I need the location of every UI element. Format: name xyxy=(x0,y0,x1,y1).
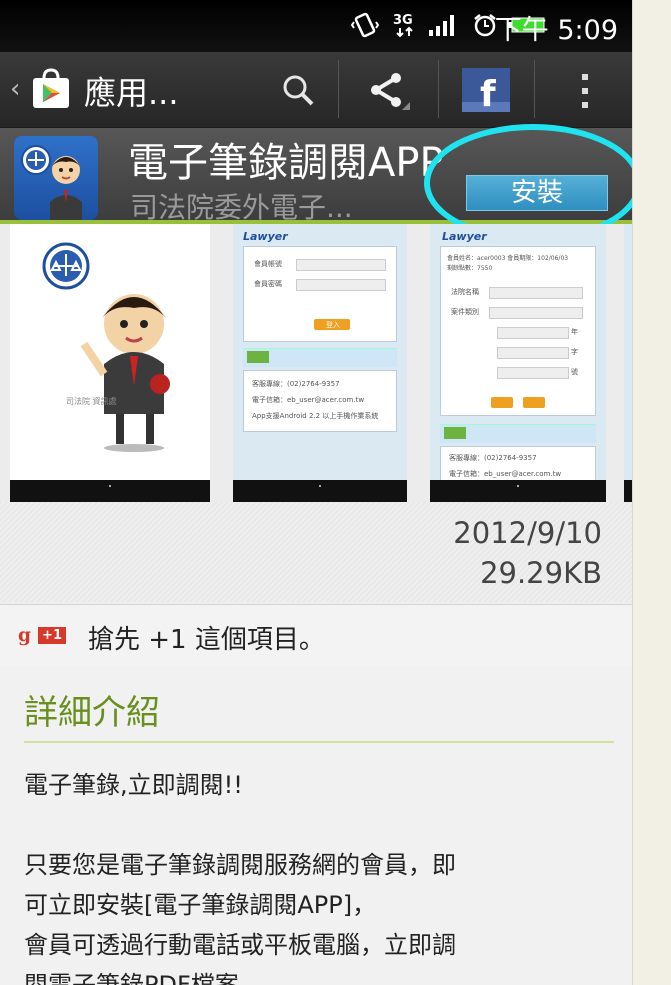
install-button[interactable]: 安裝 xyxy=(466,175,608,211)
action-bar-title: 應用... xyxy=(84,74,179,112)
mock-tag xyxy=(444,427,466,439)
mock-select xyxy=(489,307,583,319)
back-chevron-icon[interactable]: ‹ xyxy=(10,74,20,104)
query-form-mock: 會員姓名：acer0003 會員期限：102/06/03 剩餘點數：7550 法… xyxy=(440,246,596,416)
mock-text: 客服專線：(02)2764-9357 xyxy=(449,454,537,462)
mock-field xyxy=(497,367,569,379)
app-icon xyxy=(14,136,98,220)
app-meta: 2012/9/10 29.29KB xyxy=(0,502,632,602)
gplus-icon[interactable]: g +1 xyxy=(18,623,66,647)
mock-label: 字 xyxy=(571,348,578,356)
mock-select xyxy=(489,287,583,299)
info-box-mock: 客服專線：(02)2764-9357 電子信箱：eb_user@acer.com… xyxy=(243,370,397,432)
login-form-mock: 會員帳號 會員密碼 登入 xyxy=(243,246,397,342)
lawyer-logo: Lawyer xyxy=(243,230,288,243)
status-time: 下午 5:09 xyxy=(494,15,618,46)
mock-label: 號 xyxy=(571,368,578,376)
search-icon xyxy=(278,70,318,114)
search-button[interactable] xyxy=(266,64,330,116)
share-button[interactable] xyxy=(348,64,430,116)
status-bar: 3G 下午 5:09 xyxy=(0,0,632,52)
app-header: 電子筆錄調閱APP 司法院委外電子... 安裝 xyxy=(0,128,632,224)
details-title: 詳細介紹 xyxy=(24,693,160,733)
mock-text: 電子信箱：eb_user@acer.com.tw xyxy=(449,470,562,478)
phone-screen: 3G 下午 5:09 ‹ 應用... f 電子筆錄調閱APP 司法院委外電子..… xyxy=(0,0,632,985)
screenshot-gallery[interactable]: 司法院 資訊處 Lawyer 會員帳號 會員密碼 登入 客服專線：(02)276… xyxy=(0,224,632,502)
action-bar: ‹ 應用... f xyxy=(0,52,632,128)
mock-label: 會員帳號 xyxy=(254,260,282,268)
3g-icon: 3G xyxy=(390,12,420,38)
screenshot-1[interactable]: 司法院 資訊處 xyxy=(10,224,210,502)
description-line: 只要您是電子筆錄調閱服務網的會員，即 xyxy=(24,851,456,879)
mock-label: 登入 xyxy=(326,321,340,329)
mock-text: 會員姓名：acer0003 會員期限：102/06/03 xyxy=(447,255,569,262)
screenshot-navbar xyxy=(233,480,407,502)
action-divider xyxy=(438,60,439,118)
share-icon xyxy=(366,68,412,118)
mock-text: 客服專線：(02)2764-9357 xyxy=(252,380,340,388)
screenshot-navbar xyxy=(624,480,632,502)
app-developer[interactable]: 司法院委外電子... xyxy=(130,186,353,226)
update-date: 2012/9/10 xyxy=(453,516,602,550)
splash-caption: 司法院 資訊處 xyxy=(66,397,117,406)
screenshot-3[interactable]: Lawyer 會員姓名：acer0003 會員期限：102/06/03 剩餘點數… xyxy=(430,224,606,502)
plus-one-badge: +1 xyxy=(38,626,66,644)
overflow-menu-icon xyxy=(580,74,590,112)
description-line: 會員可透過行動電話或平板電腦，立即調 xyxy=(24,931,456,959)
mock-label: 法院名稱 xyxy=(451,288,479,296)
facebook-button[interactable]: f xyxy=(452,64,524,116)
signal-icon xyxy=(426,12,460,38)
details-section: 詳細介紹 電子筆錄,立即調閱!! 只要您是電子筆錄調閱服務網的會員，即 可立即安… xyxy=(0,667,632,985)
mock-text: 電子信箱：eb_user@acer.com.tw xyxy=(252,396,365,404)
file-size: 29.29KB xyxy=(480,556,602,590)
svg-text:3G: 3G xyxy=(393,13,413,28)
description-line: 可立即安裝[電子筆錄調閱APP]， xyxy=(24,891,377,919)
vibrate-icon xyxy=(350,12,380,38)
action-divider xyxy=(338,60,339,118)
svg-text:f: f xyxy=(480,74,496,112)
mock-field xyxy=(296,279,386,291)
description-line: 電子筆錄,立即調閱!! xyxy=(24,771,243,799)
mock-tag xyxy=(247,351,269,363)
splash-illustration xyxy=(42,242,170,452)
mock-field xyxy=(497,347,569,359)
plus-one-label: 搶先 +1 這個項目。 xyxy=(88,625,325,655)
mock-text: 剩餘點數：7550 xyxy=(447,265,493,272)
mock-login-button: 登入 xyxy=(314,319,350,330)
side-panel xyxy=(632,0,671,985)
mock-label: 年 xyxy=(571,328,578,336)
svg-text:g: g xyxy=(18,625,31,646)
screenshot-4-partial[interactable] xyxy=(624,224,632,502)
facebook-icon: f xyxy=(462,68,510,116)
description-line: 閱電子筆錄PDF檔案。 xyxy=(24,971,263,985)
overflow-menu-button[interactable] xyxy=(560,64,612,116)
details-divider xyxy=(24,741,614,743)
app-title: 電子筆錄調閱APP xyxy=(128,140,444,186)
screenshot-navbar xyxy=(430,480,606,502)
mock-field xyxy=(296,259,386,271)
screenshot-2[interactable]: Lawyer 會員帳號 會員密碼 登入 客服專線：(02)2764-9357 電… xyxy=(233,224,407,502)
mock-button xyxy=(491,397,513,408)
play-store-icon[interactable] xyxy=(30,68,72,110)
action-divider xyxy=(534,60,535,118)
lawyer-logo: Lawyer xyxy=(442,230,487,243)
plus-one-row[interactable]: g +1 搶先 +1 這個項目。 xyxy=(0,604,632,668)
mock-label: 會員密碼 xyxy=(254,280,282,288)
mock-text: App支援Android 2.2 以上手機作業系統 xyxy=(252,412,379,420)
screenshot-navbar xyxy=(10,480,210,502)
mock-field xyxy=(497,327,569,339)
mock-button xyxy=(523,397,545,408)
mock-label: 案件類別 xyxy=(451,308,479,316)
